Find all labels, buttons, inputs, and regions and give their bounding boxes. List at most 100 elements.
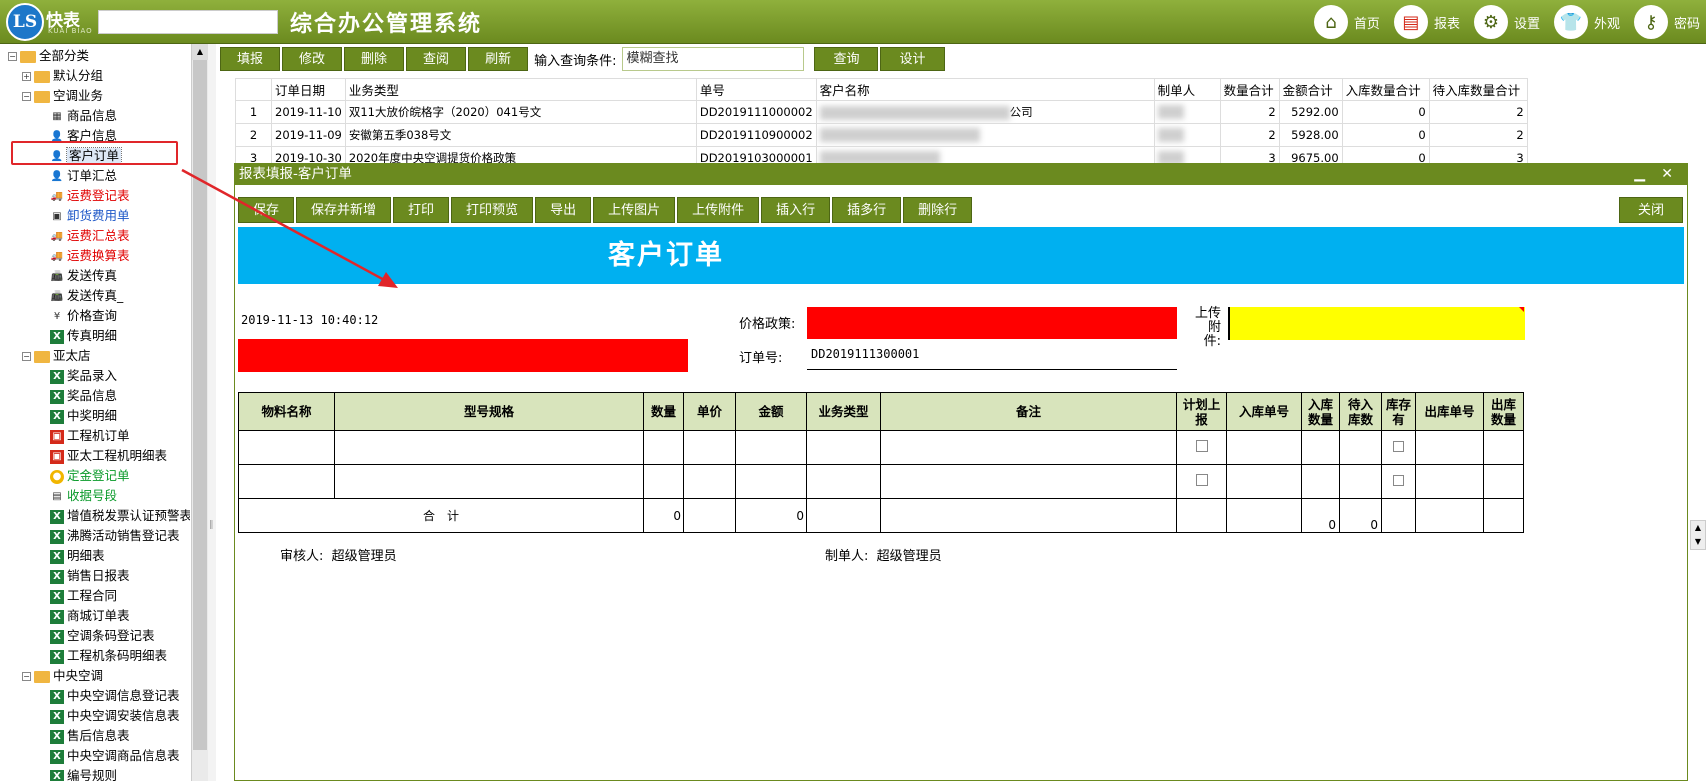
cell[interactable] <box>238 464 335 499</box>
sidebar-item[interactable]: 📠 发送传真_ <box>50 286 124 306</box>
spin-up-icon[interactable]: ▲ <box>1695 523 1701 532</box>
collapse-icon[interactable]: − <box>22 92 31 101</box>
sidebar-item[interactable]: X 工程合同 <box>50 586 117 606</box>
sidebar-item[interactable]: X 中央空调安装信息表 <box>50 706 180 726</box>
upload-image-button[interactable]: 上传图片 <box>593 197 676 223</box>
table-row[interactable]: 1 2019-11-10 双11大放价皖格字（2020）041号文 DD2019… <box>235 100 1528 124</box>
cell[interactable] <box>1339 464 1382 499</box>
save-button[interactable]: 保存 <box>238 197 295 223</box>
sidebar-item[interactable]: X 沸腾活动销售登记表 <box>50 526 180 546</box>
collapse-icon[interactable]: − <box>8 52 17 61</box>
tree-folder[interactable]: + 默认分组 <box>22 66 103 86</box>
cell[interactable] <box>334 430 644 465</box>
cell[interactable] <box>735 430 807 465</box>
cell[interactable] <box>735 464 807 499</box>
refresh-button[interactable]: 刷新 <box>468 47 529 71</box>
col-client[interactable]: 客户名称 <box>815 78 1155 101</box>
export-button[interactable]: 导出 <box>535 197 592 223</box>
sidebar-item[interactable]: 🚚 运费汇总表 <box>50 226 130 246</box>
sidebar-item[interactable]: 📠 发送传真 <box>50 266 117 286</box>
col-date[interactable]: 订单日期 <box>271 78 346 101</box>
spin-control[interactable]: ▲ ▼ <box>1690 520 1706 550</box>
sidebar-item[interactable]: X 奖品信息 <box>50 386 117 406</box>
tree-root[interactable]: − 全部分类 <box>8 46 89 66</box>
insert-row-button[interactable]: 插入行 <box>761 197 831 223</box>
sidebar-item[interactable]: ▣ 卸货费用单 <box>50 206 129 226</box>
delete-row-button[interactable]: 删除行 <box>903 197 973 223</box>
sidebar-item[interactable]: X 明细表 <box>50 546 105 566</box>
scroll-thumb[interactable] <box>193 60 207 750</box>
view-button[interactable]: 查阅 <box>406 47 467 71</box>
sidebar-item[interactable]: ▣ 亚太工程机明细表 <box>50 446 167 466</box>
sidebar-item[interactable]: 🚚 运费登记表 <box>50 186 130 206</box>
save-and-new-button[interactable]: 保存并新增 <box>296 197 392 223</box>
collapse-icon[interactable]: − <box>22 672 31 681</box>
cell[interactable] <box>1415 430 1484 465</box>
cell[interactable] <box>806 430 881 465</box>
sidebar-item[interactable]: ▤ 收据号段 <box>50 486 117 506</box>
table-row[interactable]: 2 2019-11-09 安徽第五季038号文 DD2019110900002 … <box>235 123 1528 147</box>
cell[interactable] <box>683 430 736 465</box>
sidebar-item[interactable]: X 中奖明细 <box>50 406 117 426</box>
upload-attachment-button[interactable]: 上传附件 <box>677 197 760 223</box>
nav-report[interactable]: ▤ 报表 <box>1388 4 1466 40</box>
detail-row[interactable] <box>238 430 1524 465</box>
sidebar-item[interactable]: X 传真明细 <box>50 326 117 346</box>
query-input[interactable]: 模糊查找 <box>622 47 805 71</box>
cell[interactable] <box>1415 464 1484 499</box>
col-type[interactable]: 业务类型 <box>344 78 697 101</box>
stock-checkbox[interactable] <box>1393 440 1404 452</box>
sidebar-item[interactable]: 🚚 运费换算表 <box>50 246 130 266</box>
col-no[interactable]: 单号 <box>695 78 817 101</box>
expand-icon[interactable]: + <box>22 72 31 81</box>
cell[interactable] <box>1301 430 1340 465</box>
plan-report-checkbox[interactable] <box>1195 474 1208 486</box>
sidebar-item[interactable]: X 中央空调商品信息表 <box>50 746 180 766</box>
cell[interactable] <box>1301 464 1340 499</box>
col-in-qty[interactable]: 入库数量合计 <box>1341 78 1430 101</box>
col-amount[interactable]: 金额合计 <box>1278 78 1343 101</box>
cell[interactable] <box>683 464 736 499</box>
delete-button[interactable]: 删除 <box>344 47 405 71</box>
design-button[interactable]: 设计 <box>880 47 945 71</box>
sidebar-item[interactable]: ¥ 价格查询 <box>50 306 117 326</box>
minimize-icon[interactable]: ▁ <box>1634 164 1645 185</box>
tree-folder[interactable]: − 亚太店 <box>22 346 91 366</box>
sidebar-item[interactable]: X 工程机条码明细表 <box>50 646 167 666</box>
tree-folder[interactable]: − 中央空调 <box>22 666 103 686</box>
sidebar-item[interactable]: ▣ 工程机订单 <box>50 426 130 446</box>
sidebar-scrollbar[interactable]: ▲ <box>191 44 208 781</box>
tree-folder[interactable]: − 空调业务 <box>22 86 103 106</box>
edit-button[interactable]: 修改 <box>282 47 343 71</box>
cell[interactable] <box>1483 464 1524 499</box>
sidebar-item[interactable]: X 增值税发票认证预警表 <box>50 506 190 526</box>
cell[interactable] <box>334 464 644 499</box>
cell[interactable] <box>1483 430 1524 465</box>
price-policy-field[interactable] <box>807 307 1177 339</box>
cell[interactable] <box>643 430 684 465</box>
col-qty[interactable]: 数量合计 <box>1219 78 1280 101</box>
spin-down-icon[interactable]: ▼ <box>1695 537 1701 546</box>
collapse-icon[interactable]: − <box>22 352 31 361</box>
plan-report-checkbox[interactable] <box>1195 440 1208 452</box>
sidebar-item[interactable]: X 售后信息表 <box>50 726 130 746</box>
dialog-titlebar[interactable]: 报表填报-客户订单 ▁ ✕ <box>235 164 1687 185</box>
sidebar-item[interactable]: X 编号规则 <box>50 766 117 781</box>
nav-settings[interactable]: ⚙ 设置 <box>1468 4 1546 40</box>
dialog-close-button[interactable]: 关闭 <box>1618 197 1683 223</box>
top-search-input[interactable] <box>98 10 278 34</box>
cell[interactable] <box>643 464 684 499</box>
col-pending-qty[interactable]: 待入库数量合计 <box>1428 78 1528 101</box>
cell[interactable] <box>1339 430 1382 465</box>
detail-row[interactable] <box>238 464 1524 499</box>
nav-appearance[interactable]: 👕 外观 <box>1548 4 1626 40</box>
sidebar-item[interactable]: X 空调条码登记表 <box>50 626 155 646</box>
print-preview-button[interactable]: 打印预览 <box>451 197 534 223</box>
cell[interactable] <box>1226 464 1302 499</box>
cell[interactable] <box>806 464 881 499</box>
cell[interactable] <box>1226 430 1302 465</box>
close-icon[interactable]: ✕ <box>1661 164 1673 185</box>
nav-home[interactable]: ⌂ 首页 <box>1308 4 1386 40</box>
sidebar-item[interactable]: X 奖品录入 <box>50 366 117 386</box>
nav-password[interactable]: ⚷ 密码 <box>1628 4 1706 40</box>
